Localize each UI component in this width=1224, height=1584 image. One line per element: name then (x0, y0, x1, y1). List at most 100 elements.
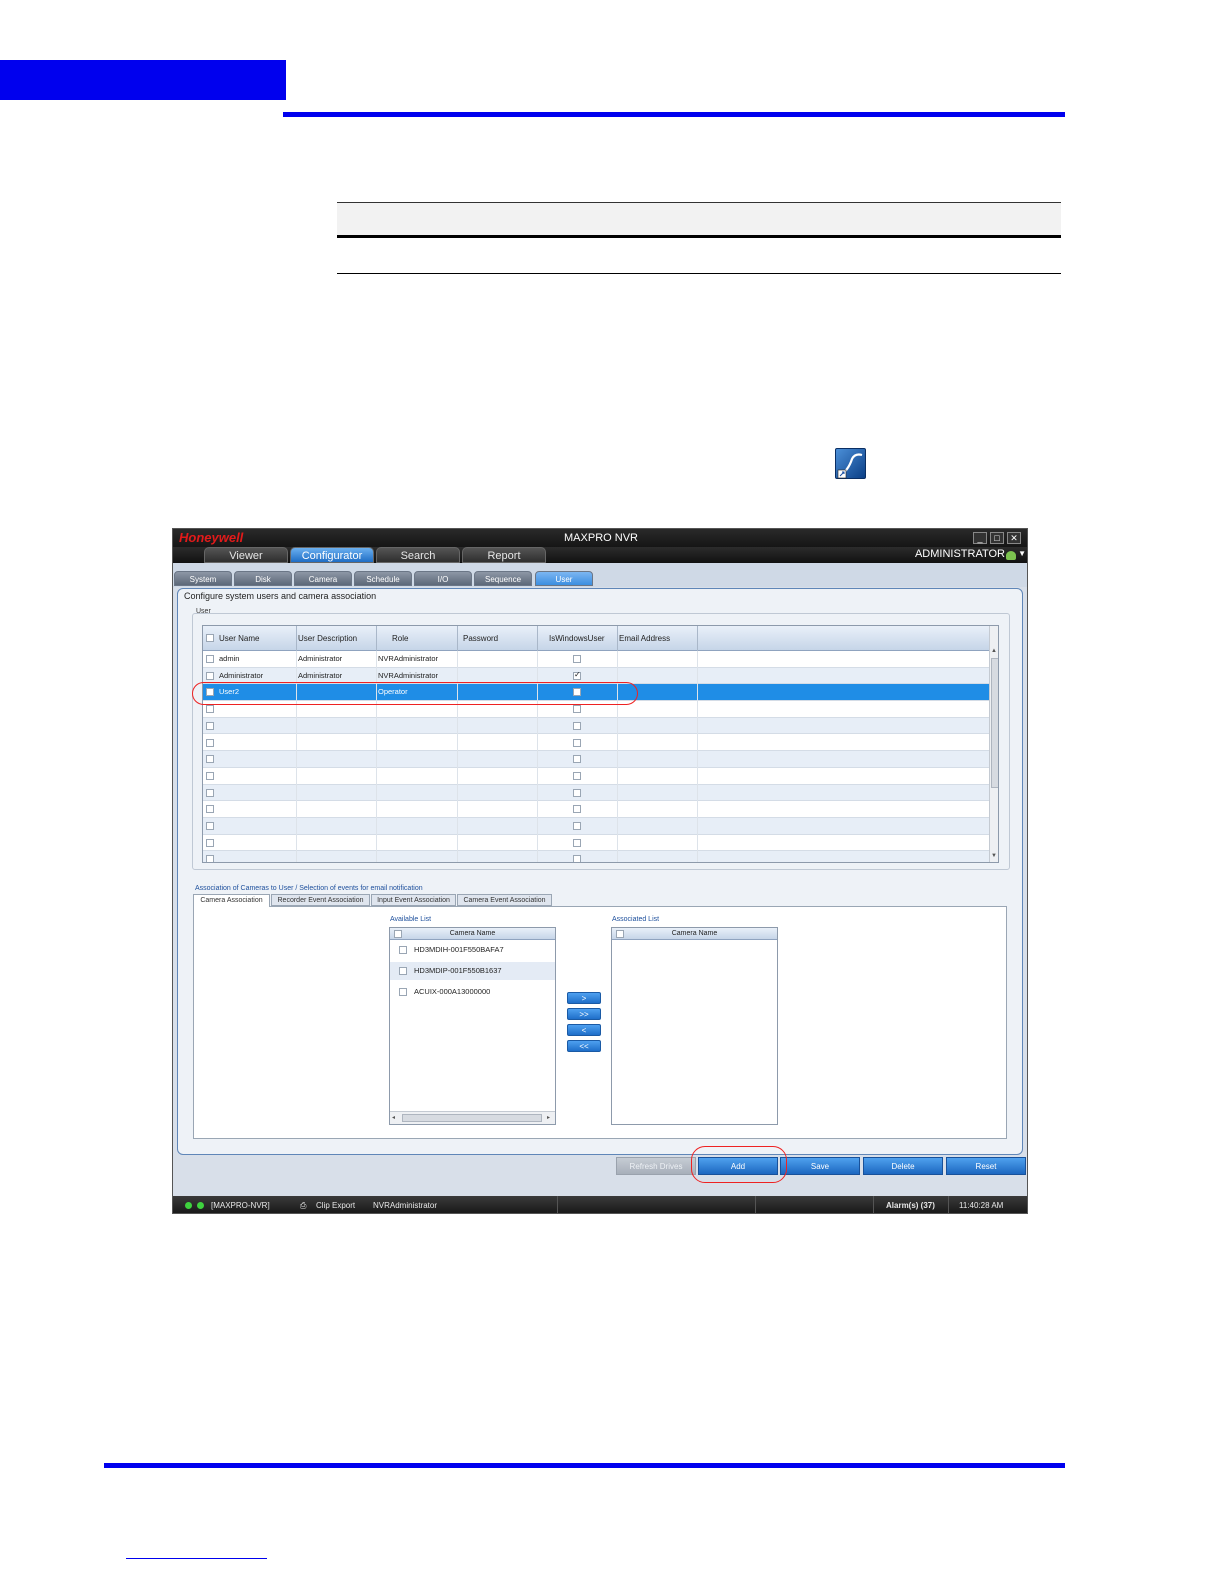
window-title: MAXPRO NVR (564, 532, 638, 544)
tab-input-event-association[interactable]: Input Event Association (371, 894, 456, 906)
status-bar: [MAXPRO-NVR] ⎙ Clip Export NVRAdministra… (173, 1196, 1027, 1213)
is-windows-user-checkbox[interactable] (573, 705, 581, 714)
scroll-left-icon[interactable]: ◂ (392, 1114, 395, 1121)
alarm-count[interactable]: Alarm(s) (37) (886, 1201, 935, 1210)
row-checkbox[interactable] (206, 755, 214, 764)
row-checkbox[interactable] (206, 671, 214, 680)
item-checkbox[interactable] (399, 946, 407, 954)
move-all-left-button[interactable]: << (567, 1040, 601, 1052)
user-grid-scrollbar[interactable]: ▲ ▼ (989, 626, 998, 862)
table-row[interactable] (203, 784, 989, 802)
table-row[interactable] (203, 751, 989, 768)
row-checkbox[interactable] (206, 721, 214, 730)
subtab-schedule[interactable]: Schedule (354, 571, 412, 586)
col-email-address[interactable]: Email Address (619, 634, 670, 643)
select-all-checkbox[interactable] (206, 634, 214, 642)
clip-export-icon[interactable]: ⎙ (300, 1201, 306, 1211)
tab-recorder-event-association[interactable]: Recorder Event Association (271, 894, 370, 906)
user-grid-header: User Name User Description Role Password… (203, 626, 989, 651)
table-row[interactable] (203, 835, 989, 852)
table-row[interactable] (203, 801, 989, 818)
is-windows-user-checkbox[interactable] (573, 855, 581, 862)
maxpro-nvr-window: Honeywell MAXPRO NVR _ □ ✕ Viewer Config… (172, 528, 1028, 1214)
scrollbar-thumb[interactable] (991, 658, 998, 788)
is-windows-user-checkbox[interactable] (573, 838, 581, 847)
list-item[interactable]: HD3MDIH-001F550BAFA7 (390, 941, 555, 959)
panel-caption: Configure system users and camera associ… (184, 591, 377, 601)
table-row[interactable]: admin Administrator NVRAdministrator (203, 651, 989, 668)
move-all-right-button[interactable]: >> (567, 1008, 601, 1020)
subtab-camera[interactable]: Camera (294, 571, 352, 586)
delete-button[interactable]: Delete (863, 1157, 943, 1175)
table-row[interactable] (203, 735, 989, 752)
footer-rule (104, 1463, 1065, 1468)
table-row[interactable] (203, 717, 989, 735)
scroll-up-icon[interactable]: ▲ (991, 648, 997, 654)
row-checkbox[interactable] (206, 705, 214, 714)
close-button[interactable]: ✕ (1007, 532, 1021, 544)
is-windows-user-checkbox[interactable] (573, 822, 581, 830)
camera-name: HD3MDIP-001F550B1637 (414, 966, 502, 975)
scroll-down-icon[interactable]: ▼ (991, 853, 997, 859)
move-selected-left-button[interactable]: < (567, 1024, 601, 1036)
tab-viewer[interactable]: Viewer (204, 547, 288, 563)
list-item[interactable]: ACUIX-000A13000000 (390, 983, 555, 1001)
current-user-label[interactable]: ADMINISTRATOR (915, 548, 1005, 560)
subtab-system[interactable]: System (174, 571, 232, 586)
tab-search[interactable]: Search (376, 547, 460, 563)
col-camera-name[interactable]: Camera Name (612, 930, 777, 937)
clip-export-link[interactable]: Clip Export (316, 1201, 355, 1210)
list-item[interactable]: HD3MDIP-001F550B1637 (390, 962, 555, 980)
column-divider (296, 626, 297, 651)
subtab-disk[interactable]: Disk (234, 571, 292, 586)
available-list-label: Available List (390, 916, 432, 923)
row-checkbox[interactable] (206, 822, 214, 830)
move-selected-right-button[interactable]: > (567, 992, 601, 1004)
is-windows-user-checkbox[interactable] (573, 771, 581, 780)
row-checkbox[interactable] (206, 771, 214, 780)
row-checkbox[interactable] (206, 655, 214, 663)
subtab-io[interactable]: I/O (414, 571, 472, 586)
col-password[interactable]: Password (463, 634, 498, 643)
item-checkbox[interactable] (399, 967, 407, 975)
subtab-sequence[interactable]: Sequence (474, 571, 532, 586)
is-windows-user-checkbox[interactable] (573, 655, 581, 663)
scrollbar-thumb[interactable] (402, 1114, 542, 1122)
subtab-user[interactable]: User (535, 571, 593, 586)
table-row[interactable] (203, 768, 989, 785)
is-windows-user-checkbox[interactable] (573, 788, 581, 797)
row-checkbox[interactable] (206, 738, 214, 747)
tab-camera-event-association[interactable]: Camera Event Association (457, 894, 552, 906)
tab-report[interactable]: Report (462, 547, 546, 563)
col-user-description[interactable]: User Description (298, 634, 357, 643)
row-checkbox[interactable] (206, 855, 214, 862)
column-divider (617, 626, 618, 651)
row-checkbox[interactable] (206, 805, 214, 814)
minimize-button[interactable]: _ (973, 532, 987, 544)
available-list-hscrollbar[interactable]: ◂ ▸ (390, 1111, 555, 1124)
maximize-button[interactable]: □ (990, 532, 1004, 544)
col-user-name[interactable]: User Name (219, 634, 259, 643)
col-role[interactable]: Role (392, 634, 408, 643)
status-divider (557, 1196, 558, 1213)
is-windows-user-checkbox[interactable] (573, 805, 581, 814)
refresh-drives-button[interactable]: Refresh Drives (616, 1157, 696, 1175)
tab-configurator[interactable]: Configurator (290, 547, 374, 563)
row-checkbox[interactable] (206, 838, 214, 847)
column-divider (457, 626, 458, 651)
save-button[interactable]: Save (780, 1157, 860, 1175)
chevron-down-icon[interactable]: ▼ (1018, 549, 1026, 558)
is-windows-user-checkbox[interactable] (573, 670, 581, 680)
reset-button[interactable]: Reset (946, 1157, 1026, 1175)
scroll-right-icon[interactable]: ▸ (547, 1114, 550, 1121)
tab-camera-association[interactable]: Camera Association (193, 894, 270, 907)
table-row[interactable] (203, 818, 989, 835)
col-camera-name[interactable]: Camera Name (390, 930, 555, 937)
is-windows-user-checkbox[interactable] (573, 738, 581, 747)
row-checkbox[interactable] (206, 788, 214, 797)
is-windows-user-checkbox[interactable] (573, 755, 581, 764)
table-row[interactable] (203, 851, 989, 862)
is-windows-user-checkbox[interactable] (573, 721, 581, 730)
item-checkbox[interactable] (399, 988, 407, 996)
col-is-windows-user[interactable]: IsWindowsUser (549, 634, 605, 643)
